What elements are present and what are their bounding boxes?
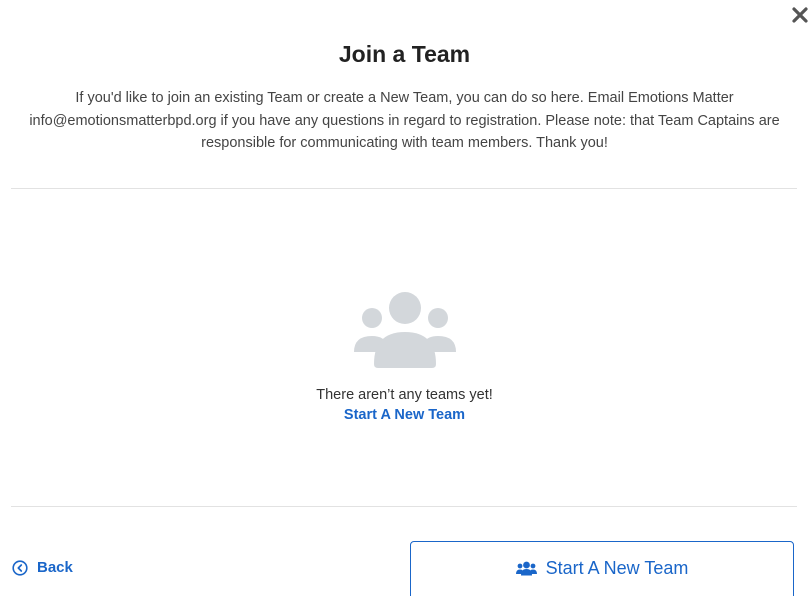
divider (11, 188, 797, 189)
empty-state-message: There aren’t any teams yet! (316, 387, 493, 403)
join-team-modal: Join a Team If you'd like to join an exi… (0, 0, 809, 596)
back-label: Back (37, 559, 73, 576)
close-button[interactable] (791, 6, 809, 24)
users-icon (515, 561, 537, 576)
divider (11, 506, 797, 507)
back-button[interactable]: Back (12, 559, 73, 576)
empty-state: There aren’t any teams yet! Start A New … (0, 290, 809, 424)
close-icon (792, 7, 808, 23)
start-new-team-button[interactable]: Start A New Team (410, 541, 794, 596)
modal-description: If you'd like to join an existing Team o… (29, 90, 780, 151)
chevron-left-circle-icon (12, 559, 28, 576)
modal-title: Join a Team (338, 41, 471, 67)
start-new-team-label: Start A New Team (545, 558, 689, 578)
people-group-icon (353, 292, 456, 368)
start-new-team-link[interactable]: Start A New Team (344, 407, 465, 423)
